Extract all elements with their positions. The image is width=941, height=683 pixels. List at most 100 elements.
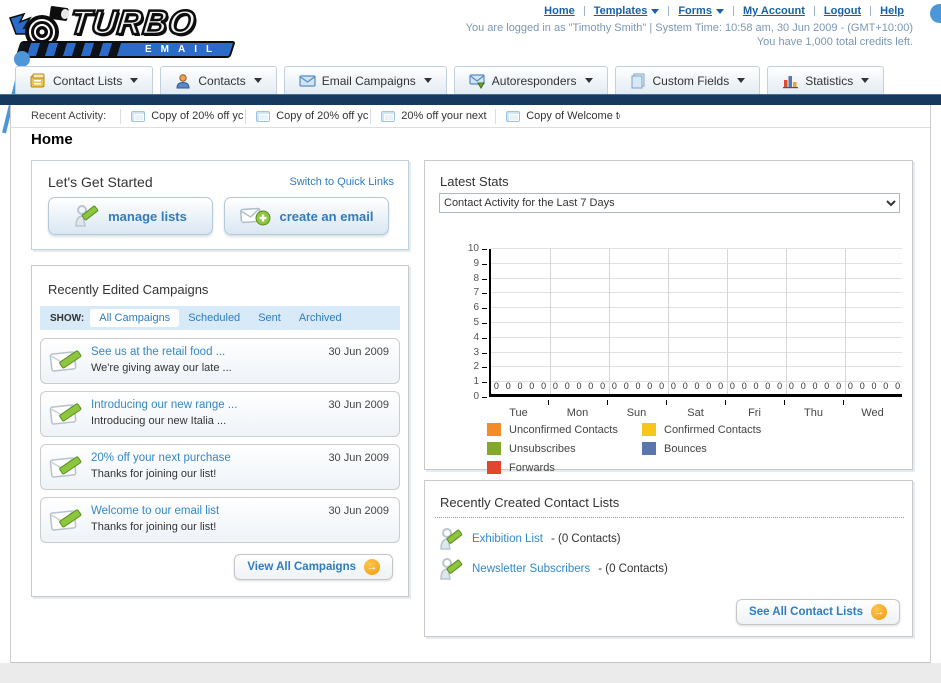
tab-autoresponders[interactable]: Autoresponders [453, 66, 608, 94]
activity-item-label: Copy of 20% off yc [276, 110, 369, 122]
view-all-campaigns-button[interactable]: View All Campaigns → [234, 554, 393, 580]
person-pencil-icon [440, 528, 463, 550]
lists-panel-title: Recently Created Contact Lists [440, 495, 620, 510]
contact-list-item[interactable]: Newsletter Subscribers - (0 Contacts) [440, 557, 668, 581]
bar-value-label: 0 [788, 381, 794, 391]
logo-banner: EMAIL [15, 41, 236, 58]
filter-scheduled[interactable]: Scheduled [179, 309, 249, 327]
contact-list-name[interactable]: Newsletter Subscribers [472, 563, 590, 575]
gridline-horizontal [491, 292, 902, 294]
button-label: manage lists [108, 208, 187, 224]
envelope-pencil-icon [49, 350, 82, 372]
campaign-title-link[interactable]: Welcome to our email list [91, 505, 219, 517]
gridline-vertical [845, 249, 846, 394]
main-nav-tabs: Contact Lists Contacts Email Campaigns A… [15, 66, 885, 94]
envelope-icon [131, 110, 146, 122]
campaign-item[interactable]: See us at the retail food ... We're givin… [40, 338, 400, 384]
tab-statistics[interactable]: Statistics [767, 66, 885, 94]
legend-label: Bounces [664, 442, 707, 455]
bar-value-label: 0 [600, 381, 606, 391]
y-axis-tick-label: 1 [473, 376, 479, 388]
gridline-vertical [668, 249, 669, 394]
manage-lists-button[interactable]: manage lists [48, 197, 213, 235]
recent-activity-item[interactable]: Copy of 20% off yc [245, 108, 370, 124]
campaign-item[interactable]: 20% off your next purchase Thanks for joi… [40, 444, 400, 490]
tab-email-campaigns[interactable]: Email Campaigns [283, 66, 447, 94]
campaign-title-link[interactable]: See us at the retail food ... [91, 346, 225, 358]
y-axis-tick-label: 4 [473, 331, 479, 343]
bar-value-label: 0 [552, 381, 558, 391]
header-link-forms[interactable]: Forms [669, 5, 733, 17]
header-link-templates[interactable]: Templates [585, 5, 669, 17]
tab-custom-fields[interactable]: Custom Fields [614, 66, 761, 94]
legend-swatch-forwards [487, 461, 501, 474]
filter-archived[interactable]: Archived [290, 309, 351, 327]
login-line: You are logged in as "Timothy Smith" | S… [465, 22, 913, 34]
campaign-title-link[interactable]: 20% off your next purchase [91, 452, 231, 464]
campaign-item[interactable]: Introducing our new range ... Introducing… [40, 391, 400, 437]
gridline-horizontal [491, 262, 902, 264]
arrow-right-icon: → [871, 604, 887, 620]
bar-value-label: 0 [564, 381, 570, 391]
bar-value-label: 0 [847, 381, 853, 391]
chevron-down-icon [715, 8, 724, 14]
pages-icon [631, 73, 645, 88]
envelope-icon [381, 110, 396, 122]
tab-contacts[interactable]: Contacts [160, 66, 277, 94]
y-axis-tick [482, 397, 487, 398]
person-icon [176, 73, 190, 88]
show-label: SHOW: [50, 312, 85, 324]
bar-value-label: 0 [800, 381, 806, 391]
header-link-help[interactable]: Help [871, 5, 913, 17]
tab-label: Custom Fields [652, 73, 730, 88]
bar-value-label: 0 [576, 381, 582, 391]
header-link-my-account[interactable]: My Account [734, 5, 814, 17]
campaign-date: 30 Jun 2009 [328, 505, 389, 517]
tab-contact-lists[interactable]: Contact Lists [15, 66, 154, 94]
contact-list-name[interactable]: Exhibition List [472, 533, 543, 545]
filter-all-campaigns[interactable]: All Campaigns [90, 309, 180, 327]
bar-value-label: 0 [883, 381, 889, 391]
bar-value-label: 0 [859, 381, 865, 391]
y-axis-tick-label: 2 [473, 361, 479, 373]
header-link-label: My Account [742, 5, 805, 17]
chevron-down-icon [651, 8, 660, 14]
get-started-panel: Let's Get Started Switch to Quick Links … [31, 160, 409, 250]
recent-activity-item[interactable]: 20% off your next [370, 108, 495, 124]
x-axis-tick [784, 400, 785, 405]
see-all-contact-lists-button[interactable]: See All Contact Lists → [736, 599, 900, 625]
recent-activity-bar: Recent Activity: Copy of 20% off yc Copy… [11, 105, 930, 128]
bar-value-label: 0 [493, 381, 499, 391]
header-link-label: Templates [593, 5, 648, 17]
bar-value-label: 0 [670, 381, 676, 391]
bar-value-label: 0 [729, 381, 735, 391]
dotted-divider [435, 517, 904, 518]
recent-activity-item[interactable]: Copy of Welcome tc [495, 108, 620, 124]
page-title: Home [31, 131, 73, 148]
y-axis-tick [482, 263, 487, 265]
stats-report-select[interactable]: Contact Activity for the Last 7 Days [439, 193, 900, 213]
x-axis-tick [843, 400, 844, 405]
header-link-label: Help [880, 5, 904, 17]
contact-list-item[interactable]: Exhibition List - (0 Contacts) [440, 527, 621, 551]
latest-stats-panel: Latest Stats Contact Activity for the La… [424, 160, 913, 474]
y-axis-tick-label: 3 [473, 346, 479, 358]
gridline-horizontal [491, 351, 902, 353]
contact-list-count: - (0 Contacts) [598, 563, 668, 575]
switch-quick-links[interactable]: Switch to Quick Links [289, 176, 394, 188]
button-label: View All Campaigns [247, 561, 356, 573]
filter-sent[interactable]: Sent [249, 309, 290, 327]
y-axis-tick-label: 7 [473, 287, 479, 299]
address-book-icon [30, 73, 45, 87]
header-link-home[interactable]: Home [535, 5, 584, 17]
campaign-title-link[interactable]: Introducing our new range ... [91, 399, 237, 411]
campaign-subtitle: Thanks for joining our list! [91, 468, 217, 480]
header-link-logout[interactable]: Logout [815, 5, 870, 17]
campaign-item[interactable]: Welcome to our email list Thanks for join… [40, 497, 400, 543]
x-axis-tick-label: Sun [626, 407, 647, 419]
content-wrapper: Recent Activity: Copy of 20% off yc Copy… [10, 105, 931, 663]
header-link-label: Forms [678, 5, 712, 17]
create-email-button[interactable]: create an email [224, 197, 389, 235]
logo-speed-stripes [17, 43, 124, 56]
recent-activity-item[interactable]: Copy of 20% off yc [120, 108, 245, 124]
